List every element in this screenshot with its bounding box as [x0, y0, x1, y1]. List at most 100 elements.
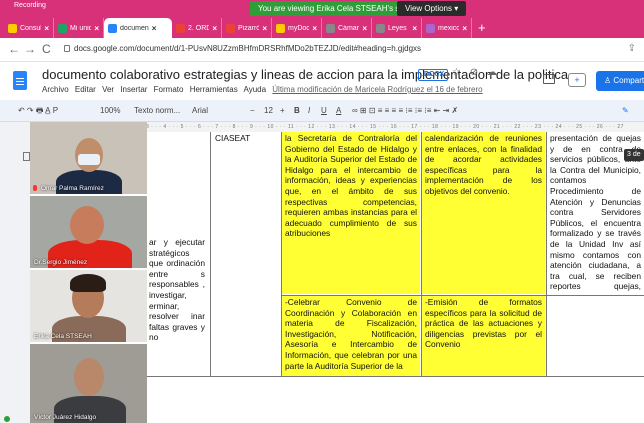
browser-tab[interactable]: Leyes Fed× — [372, 18, 422, 38]
tab-close-icon[interactable]: × — [462, 24, 467, 33]
menu-ver[interactable]: Ver — [102, 85, 114, 94]
browser-tab[interactable]: documen × — [104, 18, 172, 38]
tab-favicon-icon — [226, 23, 235, 33]
text-color-button[interactable]: A — [336, 105, 341, 117]
table-cell-col2-top[interactable]: CIASEAT — [212, 132, 280, 146]
participant-tile[interactable]: Dr.Sergio Jiménez — [30, 196, 147, 268]
tab-favicon-icon — [108, 23, 117, 33]
browser-tab[interactable]: mexico1_× — [422, 18, 472, 38]
tab-label: 2. ORDE — [188, 24, 209, 32]
docs-logo-icon[interactable] — [13, 71, 27, 90]
style-select[interactable]: Texto norm... — [134, 105, 180, 117]
table-border — [146, 376, 644, 377]
meet-icon[interactable]: + — [568, 73, 586, 87]
tab-favicon-icon — [426, 23, 435, 33]
tab-favicon-icon — [326, 23, 335, 33]
comments-icon[interactable] — [543, 74, 555, 84]
tab-close-icon[interactable]: × — [94, 24, 99, 33]
ruler[interactable]: 3 · · · 4 · · · 5 · · · 6 · · · 7 · · · … — [146, 123, 644, 132]
participant-head — [70, 206, 104, 244]
table-cell-col4-row1[interactable]: calendarización de reuniones entre enlac… — [422, 132, 545, 294]
tab-close-icon[interactable]: × — [262, 24, 267, 33]
url-text: docs.google.com/document/d/1-PUsvN8UZzmB… — [74, 44, 422, 53]
tab-close-icon[interactable]: × — [412, 24, 417, 33]
tab-list: Consultar×Mi unidad×documen×2. ORDE×Piza… — [4, 18, 492, 38]
participant-name: Erika Cela STSEAH — [34, 333, 92, 340]
participant-tile[interactable]: Víctor Juárez Hidalgo — [30, 344, 147, 423]
browser-tab[interactable]: Mi unidad× — [54, 18, 104, 38]
tab-close-icon[interactable]: × — [362, 24, 367, 33]
menu-archivo[interactable]: Archivo — [42, 85, 69, 94]
menu-editar[interactable]: Editar — [75, 85, 96, 94]
table-border — [210, 132, 211, 376]
table-cell-col1[interactable]: ar y ejecutar stratégicos que ordinación… — [146, 236, 208, 376]
participant-head — [74, 358, 104, 396]
view-options-button[interactable]: View Options ▾ — [397, 1, 467, 16]
font-size-increase[interactable]: + — [280, 105, 285, 117]
address-bar-row: ← → C docs.google.com/document/d/1-PUsvN… — [0, 38, 644, 62]
table-border — [421, 132, 422, 376]
formatting-toolbar: ↶ ↷ 🖶 A̲ P 100% Texto norm... Arial − 12… — [0, 100, 644, 122]
font-size-field[interactable]: 12 — [264, 105, 273, 117]
tab-favicon-icon — [8, 23, 17, 33]
outline-icon[interactable] — [23, 152, 30, 161]
tab-close-icon[interactable]: × — [44, 24, 49, 33]
menu-herramientas[interactable]: Herramientas — [190, 85, 238, 94]
share-page-icon[interactable]: ⇪ — [628, 43, 636, 54]
bold-button[interactable]: B — [294, 105, 300, 117]
tab-label: myDocum — [288, 24, 310, 32]
url-field[interactable]: docs.google.com/document/d/1-PUsvN8UZzmB… — [64, 42, 421, 56]
tab-close-icon[interactable]: × — [312, 24, 317, 33]
share-button[interactable]: ♙ Compartir — [596, 71, 644, 91]
font-select[interactable]: Arial — [192, 105, 208, 117]
participant-name: Dr.Sergio Jiménez — [34, 259, 88, 266]
undo-redo-print-icons[interactable]: ↶ ↷ 🖶 A̲ P — [18, 105, 58, 117]
participant-tile[interactable]: Omar Palma Ramírez — [30, 122, 147, 194]
tab-close-icon[interactable]: × — [152, 24, 157, 33]
tab-label: Consultar — [20, 24, 42, 32]
tab-favicon-icon — [176, 23, 185, 33]
tab-favicon-icon — [58, 23, 67, 33]
share-button-label: Compartir — [613, 76, 644, 85]
browser-tab[interactable]: Cámara d× — [322, 18, 372, 38]
menu-bar: Archivo Editar Ver Insertar Formato Herr… — [42, 85, 487, 94]
menu-ayuda[interactable]: Ayuda — [244, 85, 267, 94]
recording-label: Recording — [14, 2, 46, 9]
participant-name: Omar Palma Ramírez — [41, 185, 104, 192]
font-size-decrease[interactable]: − — [250, 105, 255, 117]
tab-label: documen — [120, 24, 149, 32]
back-arrow-icon[interactable]: ← — [8, 42, 20, 56]
editing-mode-icon[interactable]: ✎ — [622, 105, 629, 117]
zoom-select[interactable]: 100% — [100, 105, 120, 117]
mask-icon — [78, 154, 100, 165]
tab-favicon-icon — [276, 23, 285, 33]
browser-tab[interactable]: 2. ORDE× — [172, 18, 222, 38]
tab-label: Cámara d — [338, 24, 360, 32]
table-cell-col4-row2[interactable]: -Emisión de formatos específicos para la… — [422, 296, 545, 376]
browser-tab[interactable]: Consultar× — [4, 18, 54, 38]
browser-tab[interactable]: Pizarrón× — [222, 18, 272, 38]
tab-label: mexico1_ — [438, 24, 459, 32]
tab-label: Mi unidad — [70, 24, 91, 32]
connection-status-icon — [4, 416, 10, 422]
browser-tab[interactable]: myDocum× — [272, 18, 322, 38]
insert-and-align-icons[interactable]: ∞ ⊞ ⊡ ≡ ≡ ≡ ≡ ⁝≡ ⁝≡ ⁝≡ ⇤ ⇥ ✗ — [352, 105, 458, 117]
page-count-badge: 3 de — [624, 149, 644, 161]
star-move-cloud-icons[interactable]: ☆ ⊘ ☁ — [452, 67, 500, 78]
reload-icon[interactable]: C — [42, 42, 51, 56]
underline-button[interactable]: U — [321, 105, 327, 117]
new-tab-button[interactable]: + — [472, 18, 492, 38]
table-border — [281, 295, 644, 296]
table-border — [546, 132, 547, 376]
last-edit-link[interactable]: Última modificación de Maricela Rodrígue… — [272, 85, 482, 94]
participant-tile[interactable]: Erika Cela STSEAH — [30, 270, 147, 342]
tab-close-icon[interactable]: × — [212, 24, 217, 33]
menu-insertar[interactable]: Insertar — [120, 85, 147, 94]
left-margin — [0, 132, 30, 423]
table-cell-col3-row2[interactable]: -Celebrar Convenio de Coordinación y Col… — [282, 296, 420, 376]
forward-arrow-icon[interactable]: → — [24, 42, 36, 56]
italic-button[interactable]: I — [308, 105, 310, 117]
docx-badge: .DOCX — [418, 69, 449, 81]
table-cell-col3-row1[interactable]: la Secretaría de Contraloría del Gobiern… — [282, 132, 420, 294]
menu-formato[interactable]: Formato — [154, 85, 184, 94]
